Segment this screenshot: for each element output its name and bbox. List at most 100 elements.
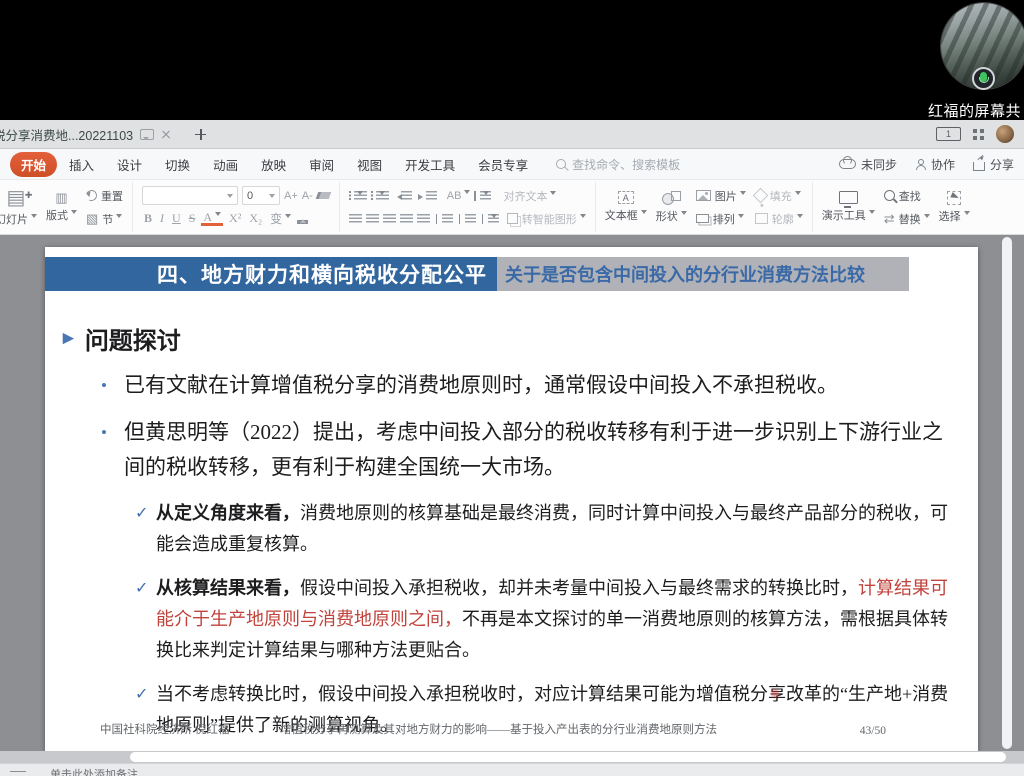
italic-button[interactable]: I <box>158 211 166 226</box>
align-left-icon[interactable] <box>349 214 362 224</box>
present-tools-button[interactable]: 演示工具 <box>822 191 875 223</box>
comment-icon[interactable] <box>140 129 154 140</box>
close-tab-icon[interactable] <box>161 129 171 139</box>
command-search[interactable]: 查找命令、搜索模板 <box>556 156 680 173</box>
slide-title-right: 关于是否包含中间投入的分行业消费方法比较 <box>497 257 909 291</box>
textbox-button[interactable]: A 文本框 <box>605 191 647 223</box>
numbered-list-icon[interactable] <box>376 191 389 201</box>
screen: 红福的屏幕共 税分享消费地...20221103 1 开始插入设计切换动画放映审… <box>0 0 1024 776</box>
bullet-item: •已有文献在计算增值税分享的消费地原则时，通常假设中间投入不承担税收。 <box>101 368 954 403</box>
paragraph-spacing-icon[interactable] <box>488 214 499 224</box>
arrow-bullet-icon: ► <box>59 328 78 350</box>
search-placeholder: 查找命令、搜索模板 <box>572 156 680 173</box>
increase-indent-icon[interactable] <box>426 191 437 201</box>
font-name-combo[interactable] <box>142 186 238 205</box>
new-slide-icon: ▤✚ <box>7 188 26 208</box>
new-tab-icon[interactable] <box>195 129 206 140</box>
bullet-list-icon[interactable] <box>354 191 367 201</box>
new-slide-button[interactable]: ▤✚ 幻灯片 <box>0 188 37 227</box>
outline-icon <box>755 213 768 224</box>
underline-button[interactable]: U <box>170 211 183 226</box>
clear-format-icon[interactable] <box>315 192 331 199</box>
align-right-icon[interactable] <box>383 214 396 224</box>
replace-button[interactable]: ⇄ 替换 <box>884 210 930 228</box>
shapes-button[interactable]: 形状 <box>656 191 687 224</box>
account-avatar[interactable] <box>996 125 1014 143</box>
document-tab[interactable]: 税分享消费地...20221103 <box>0 120 179 148</box>
menu-tab-member[interactable]: 会员专享 <box>467 152 539 177</box>
slide-bullets: •已有文献在计算增值税分享的消费地原则时，通常假设中间投入不承担税收。 •但黄思明… <box>59 368 954 741</box>
spacing-after-icon[interactable] <box>465 214 476 224</box>
menu-bar: 开始插入设计切换动画放映审阅视图开发工具会员专享 查找命令、搜索模板 未同步 协… <box>0 149 1024 180</box>
text-direction-button[interactable]: AB <box>447 190 471 202</box>
subscript-button[interactable]: X₂ <box>247 211 264 226</box>
slide-canvas[interactable]: 四、地方财力和横向税收分配公平 关于是否包含中间投入的分行业消费方法比较 ► 问… <box>45 247 978 751</box>
grow-font-button[interactable]: A+ <box>284 190 298 202</box>
collab-label: 协作 <box>931 156 955 173</box>
notes-hint[interactable]: 单击此处添加备注 <box>50 766 138 776</box>
footer-page-number: 43/50 <box>860 725 886 737</box>
shapes-icon <box>662 191 681 205</box>
vertical-scrollbar[interactable] <box>1002 237 1012 749</box>
align-text-button[interactable]: 对齐文本 <box>503 188 556 204</box>
share-label: 分享 <box>990 156 1014 173</box>
collaborate-button[interactable]: 协作 <box>915 156 955 173</box>
highlight-icon[interactable] <box>297 220 308 224</box>
menu-tab-devtools[interactable]: 开发工具 <box>394 152 466 177</box>
picture-button[interactable]: 图片 <box>696 187 746 205</box>
check-item: ✓从核算结果来看，假设中间投入承担税收，却并未考量中间投入与最终需求的转换比时，… <box>135 573 954 666</box>
bullet-text: 但黄思明等（2022）提出，考虑中间投入部分的税收转移有利于进一步识别上下游行业… <box>124 415 954 485</box>
select-button[interactable]: 选择 <box>939 191 970 224</box>
decrease-indent-icon[interactable] <box>401 191 412 201</box>
laser-pointer-mark <box>771 689 779 698</box>
menu-tab-review[interactable]: 审阅 <box>298 152 345 177</box>
reset-button[interactable]: 重置 <box>86 187 123 205</box>
dot-bullet-icon: • <box>101 415 124 485</box>
menu-tab-transition[interactable]: 切换 <box>154 152 201 177</box>
notes-resize-handle-icon[interactable] <box>10 771 26 776</box>
microphone-icon <box>972 67 995 90</box>
superscript-button[interactable]: X² <box>227 211 243 226</box>
horizontal-scrollbar[interactable] <box>0 751 1024 763</box>
layout-button[interactable]: ▥ 版式 <box>46 191 77 223</box>
menu-tab-design[interactable]: 设计 <box>106 152 153 177</box>
justify-icon[interactable] <box>400 214 413 224</box>
menu-tab-start[interactable]: 开始 <box>10 152 57 177</box>
document-title: 税分享消费地...20221103 <box>0 125 133 144</box>
shrink-font-button[interactable]: A- <box>302 190 313 202</box>
outline-button[interactable]: 轮廓 <box>755 210 803 228</box>
share-button[interactable]: 分享 <box>973 156 1014 173</box>
menu-tab-animation[interactable]: 动画 <box>202 152 249 177</box>
textbox-icon: A <box>618 191 634 204</box>
arrange-button[interactable]: 排列 <box>696 210 744 228</box>
notes-bar[interactable]: 单击此处添加备注 <box>0 763 1024 776</box>
menu-tab-slideshow[interactable]: 放映 <box>250 152 297 177</box>
font-size-combo[interactable]: 0 <box>242 186 280 205</box>
section-icon: ▧ <box>86 212 98 225</box>
ribbon-group-tools: 演示工具 查找 ⇄ 替换 选择 <box>813 182 979 232</box>
fill-icon <box>752 188 768 204</box>
smart-graphic-icon <box>507 213 518 224</box>
horizontal-scrollbar-thumb[interactable] <box>130 752 1006 762</box>
menu-tab-view[interactable]: 视图 <box>346 152 393 177</box>
strikethrough-button[interactable]: S <box>187 211 198 226</box>
sync-status-button[interactable]: 未同步 <box>839 156 897 173</box>
tab-list-icon[interactable]: 1 <box>936 127 961 141</box>
spacing-before-icon[interactable] <box>442 214 453 224</box>
align-center-icon[interactable] <box>366 214 379 224</box>
wps-window: 税分享消费地...20221103 1 开始插入设计切换动画放映审阅视图开发工具… <box>0 120 1024 776</box>
line-spacing-icon[interactable] <box>480 191 491 201</box>
menu-tab-insert[interactable]: 插入 <box>58 152 105 177</box>
apps-grid-icon[interactable] <box>973 129 984 140</box>
find-button[interactable]: 查找 <box>884 187 921 205</box>
ribbon-group-font: 0 A+ A- B I U S A X² X₂ 变 <box>133 182 340 232</box>
smart-graphic-button[interactable]: 转智能图形 <box>507 210 586 228</box>
bold-button[interactable]: B <box>142 211 154 226</box>
bullet-text: 从定义角度来看，消费地原则的核算基础是最终消费，同时计算中间投入与最终产品部分的… <box>156 498 954 560</box>
section-button[interactable]: ▧ 节 <box>86 210 122 228</box>
font-color-button[interactable]: A <box>201 212 223 226</box>
fill-button[interactable]: 填充 <box>755 187 801 205</box>
distribute-icon[interactable] <box>417 214 430 224</box>
ribbon-group-slides: ▤✚ 幻灯片 ▥ 版式 重置 ▧ 节 <box>0 182 133 232</box>
text-effect-button[interactable]: 变 <box>268 210 293 227</box>
